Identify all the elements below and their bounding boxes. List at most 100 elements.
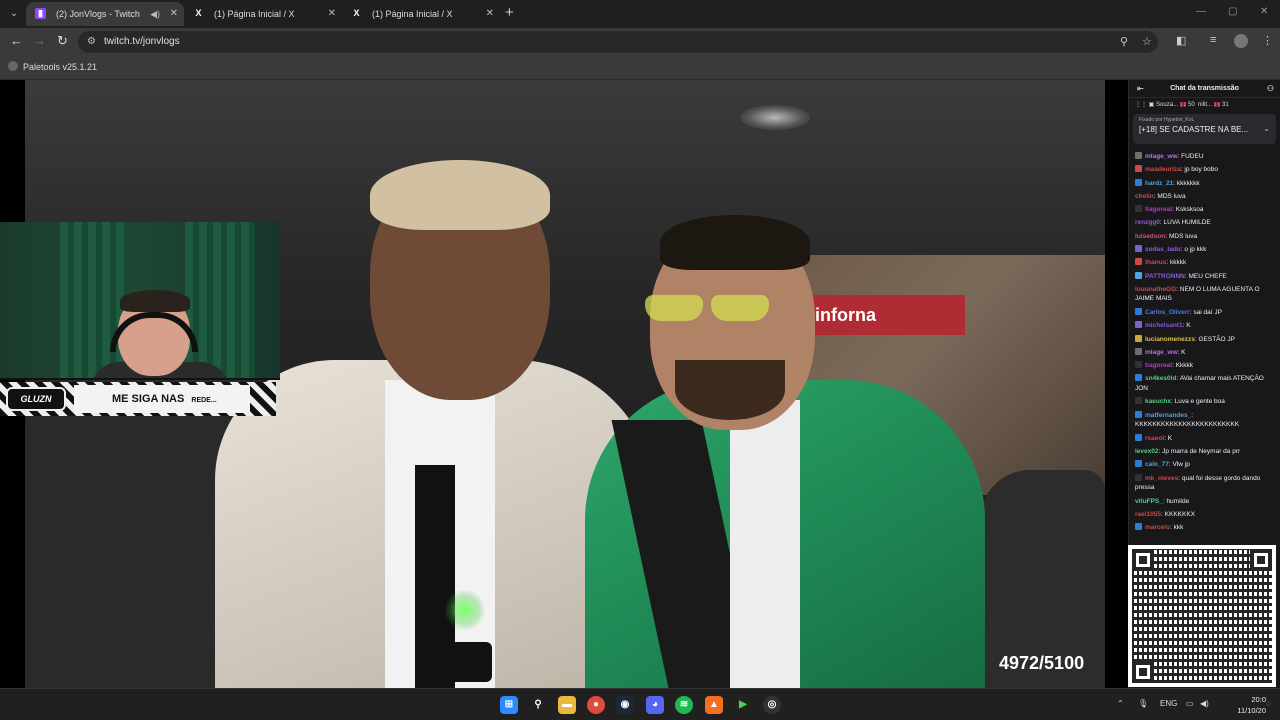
chat-username[interactable]: renzgg0 [1135,219,1160,226]
zoom-icon[interactable]: ⚲ [1120,35,1128,48]
chat-username[interactable]: chelin [1135,193,1154,200]
badge-icon[interactable] [1135,334,1142,342]
file-explorer-icon[interactable]: ▬ [558,696,576,714]
close-window-icon[interactable]: ✕ [1260,6,1268,17]
app-icon-orange[interactable]: ▲ [705,696,723,714]
tab-twitch[interactable]: ▮ (2) JonVlogs - Twitch ◀) ✕ [26,2,184,26]
app-icon-green[interactable]: ▶ [734,696,752,714]
minimize-icon[interactable]: — [1196,6,1206,17]
forward-icon[interactable]: → [33,33,46,48]
maximize-icon[interactable]: ▢ [1228,6,1237,17]
chat-username[interactable]: lucianomenezzs [1145,336,1195,343]
streamer-logo: GLUZN [6,387,66,411]
profile-avatar[interactable] [1234,34,1248,48]
chat-username[interactable]: matfernandes_ [1145,412,1191,419]
badge-icon[interactable] [1135,374,1142,382]
steam-icon[interactable]: ◉ [616,696,634,714]
tab-search-button[interactable]: ⌄ [6,6,22,22]
tray-chevron-icon[interactable]: ⌃ [1117,699,1124,708]
volume-icon[interactable]: ◀) [1200,699,1209,708]
microphone-icon[interactable]: 🎙 [1138,699,1148,708]
badge-icon[interactable] [1135,165,1142,173]
back-icon[interactable]: ← [10,33,23,48]
users-icon[interactable]: ⚇ [1267,80,1274,98]
badge-icon[interactable] [1135,433,1142,441]
gift-user[interactable]: Souza... [1156,102,1178,108]
badge-icon[interactable] [1135,258,1142,266]
chat-message: calo_77: Vlw jp [1135,458,1276,471]
chat-username[interactable]: tiagoreal [1145,362,1172,369]
badge-icon[interactable] [1135,245,1142,253]
badge-icon[interactable] [1135,460,1142,468]
tab-x-2[interactable]: X (1) Página Inicial / X ✕ [342,2,500,26]
site-info-icon[interactable]: ⚙ [87,36,96,47]
bookmark-star-icon[interactable]: ☆ [1142,35,1152,48]
chat-username[interactable]: luisedson [1135,233,1165,240]
chat-username[interactable]: sodas_lado [1145,246,1181,253]
chat-username[interactable]: mlage_ww [1145,153,1178,160]
badge-icon[interactable] [1135,205,1142,213]
chevron-down-icon[interactable]: ⌄ [1263,124,1270,133]
tab-x-1[interactable]: X (1) Página Inicial / X ✕ [184,2,342,26]
extensions-icon[interactable]: ◧ [1176,34,1186,47]
badge-icon[interactable] [1135,410,1142,418]
chat-username[interactable]: tiagoreal [1145,206,1172,213]
chat-username[interactable]: sn4kes0ld [1145,375,1176,382]
spotify-icon[interactable]: ≋ [675,696,693,714]
video-player[interactable]: inforna GLUZN ME SIGA NAS REDE... 4972/5… [0,80,1128,688]
bookmark-paletools[interactable]: Paletools v25.1.21 [8,61,97,72]
menu-icon[interactable]: ⋮ [1262,34,1273,47]
chat-username[interactable]: levex02 [1135,448,1159,455]
app-icon-circle[interactable]: ◎ [763,696,781,714]
pinned-message[interactable]: Fixado por Hypebot_KoL [+18] SE CADASTRE… [1133,114,1276,144]
chat-message: marcelo: kkk [1135,521,1276,534]
close-tab-icon[interactable]: ✕ [328,2,336,26]
chat-username[interactable]: hardz_21 [1145,180,1173,187]
chat-username[interactable]: vituFPS_ [1135,498,1163,505]
chat-username[interactable]: mk_nieves [1145,475,1178,482]
chat-text: Luva e gente boa [1174,398,1225,406]
start-icon[interactable]: ⊞ [500,696,518,714]
badge-icon[interactable] [1135,152,1142,159]
chat-username[interactable]: Carlos_Oliverr [1145,309,1190,316]
chat-username[interactable]: kaeuchx [1145,398,1171,405]
badge-icon[interactable] [1135,523,1142,531]
chat-username[interactable]: maadeuriza [1145,166,1181,173]
notification-icon[interactable]: ◌ [1266,699,1271,708]
badge-icon[interactable] [1135,178,1142,186]
badge-icon[interactable] [1135,473,1142,481]
chat-username[interactable]: mlage_ww [1145,349,1178,356]
media-control-icon[interactable]: ≡ [1210,34,1216,46]
badge-icon[interactable] [1135,361,1142,369]
chat-username[interactable]: PATTRONNN [1145,273,1185,280]
badge-icon[interactable] [1135,397,1142,405]
chat-username[interactable]: michelsant1 [1145,322,1183,329]
chat-message: mlage_ww: K [1135,346,1276,359]
chat-message: tiagoreal: Kkkkk [1135,359,1276,372]
close-tab-icon[interactable]: ✕ [486,2,494,26]
discord-icon[interactable]: ◕ [646,696,664,714]
language-indicator[interactable]: ENG [1160,699,1177,708]
system-clock[interactable]: 20:0 11/10/20 [1222,694,1266,716]
chat-username[interactable]: luuunatheGG [1135,286,1176,293]
chat-username[interactable]: rsaeol [1145,435,1164,442]
network-icon[interactable]: ▭ [1186,699,1194,708]
badge-icon[interactable] [1135,321,1142,329]
streamer-webcam [0,222,280,380]
reload-icon[interactable]: ↻ [57,33,68,49]
chat-username[interactable]: thanus [1145,259,1166,266]
speaker-icon[interactable]: ◀) [150,2,160,26]
chat-username[interactable]: raei1055 [1135,511,1161,518]
chat-username[interactable]: calo_77 [1145,461,1169,468]
chat-username[interactable]: marcelo [1145,524,1170,531]
search-icon[interactable]: ⚲ [529,696,547,714]
chrome-icon[interactable]: ● [587,696,605,714]
badge-icon[interactable] [1135,307,1142,315]
collapse-chat-icon[interactable]: ⇤ [1137,80,1144,98]
badge-icon[interactable] [1135,347,1142,355]
badge-icon[interactable] [1135,271,1142,279]
close-tab-icon[interactable]: ✕ [170,2,178,26]
new-tab-button[interactable]: + [505,4,514,21]
address-bar[interactable]: ⚙ twitch.tv/jonvlogs ⚲ ☆ [78,31,1158,53]
gift-user[interactable]: nilit... [1198,102,1212,108]
